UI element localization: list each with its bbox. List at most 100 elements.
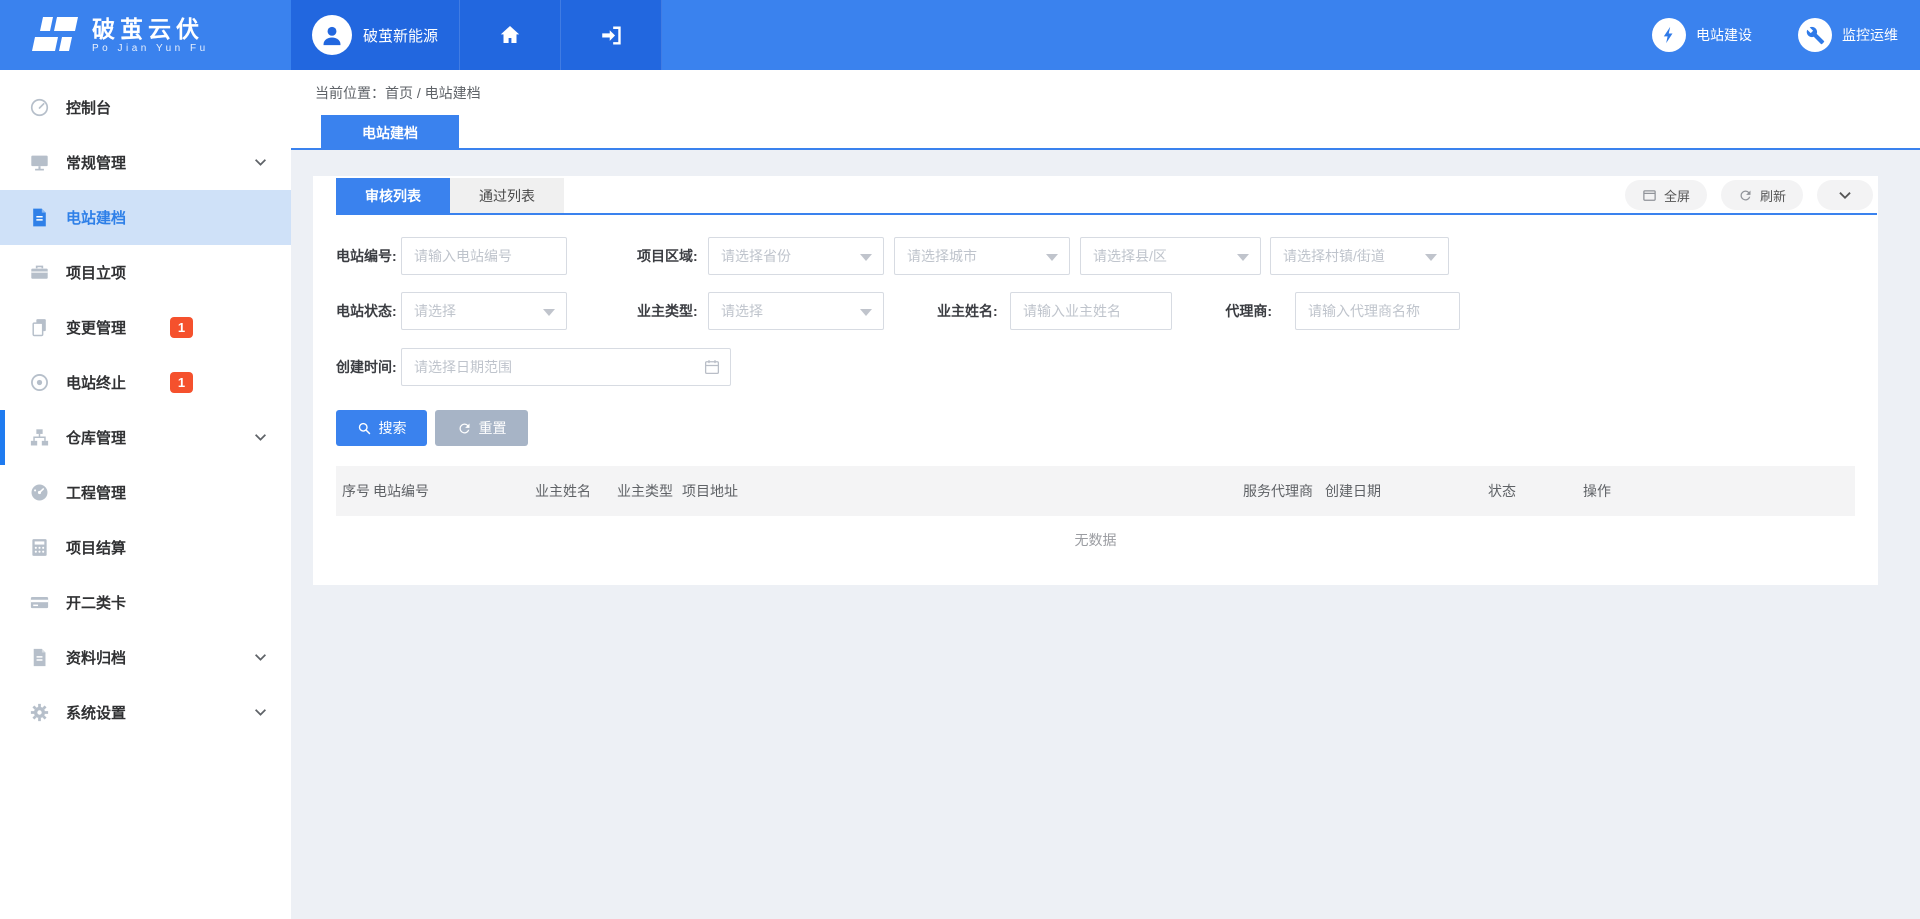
logo[interactable]: 破茧云伏 Po Jian Yun Fu bbox=[0, 0, 291, 70]
fullscreen-label: 全屏 bbox=[1664, 186, 1690, 205]
sidebar-item-station-termination[interactable]: 电站终止 1 bbox=[0, 355, 291, 410]
province-select[interactable]: 请选择省份 bbox=[708, 237, 884, 275]
filter-create-time: 创建时间: bbox=[336, 348, 731, 386]
breadcrumb-bar: 当前位置：首页 / 电站建档 电站建档 bbox=[291, 70, 1920, 150]
nav-monitoring-ops[interactable]: 监控运维 bbox=[1798, 18, 1898, 52]
create-time-label: 创建时间: bbox=[336, 357, 401, 377]
page-tab-station-archive[interactable]: 电站建档 bbox=[321, 115, 459, 150]
active-indicator-bar bbox=[0, 410, 5, 465]
caret-down-icon bbox=[1046, 254, 1058, 261]
sidebar-item-system-settings[interactable]: 系统设置 bbox=[0, 685, 291, 740]
user-menu[interactable]: 破茧新能源 bbox=[291, 0, 460, 70]
breadcrumb: 当前位置：首页 / 电站建档 bbox=[315, 83, 481, 103]
sidebar-item-engineering-mgmt[interactable]: 工程管理 bbox=[0, 465, 291, 520]
home-button[interactable] bbox=[460, 0, 561, 70]
owner-type-placeholder: 请选择 bbox=[721, 301, 763, 321]
tab-passed-list[interactable]: 通过列表 bbox=[450, 178, 564, 213]
station-no-input[interactable] bbox=[401, 237, 567, 275]
sidebar-item-console[interactable]: 控制台 bbox=[0, 80, 291, 135]
date-range-input[interactable] bbox=[401, 348, 731, 386]
breadcrumb-label: 当前位置： bbox=[315, 85, 385, 101]
notification-badge: 1 bbox=[170, 372, 193, 393]
fullscreen-button[interactable]: 全屏 bbox=[1625, 180, 1707, 210]
nav-station-construction[interactable]: 电站建设 bbox=[1652, 18, 1752, 52]
sidebar-item-project-initiation[interactable]: 项目立项 bbox=[0, 245, 291, 300]
col-actions: 操作 bbox=[1583, 481, 1855, 501]
sidebar-item-label: 工程管理 bbox=[66, 482, 126, 503]
lightning-icon bbox=[1652, 18, 1686, 52]
refresh-button[interactable]: 刷新 bbox=[1721, 180, 1803, 210]
home-icon bbox=[498, 23, 522, 47]
caret-down-icon bbox=[1425, 254, 1437, 261]
sidebar-item-data-archive[interactable]: 资料归档 bbox=[0, 630, 291, 685]
monitor-icon bbox=[28, 152, 50, 174]
nav-label: 监控运维 bbox=[1842, 25, 1898, 45]
sidebar-item-label: 项目立项 bbox=[66, 262, 126, 283]
panel-toolbar: 全屏 刷新 bbox=[1625, 180, 1873, 210]
fullscreen-icon bbox=[1642, 188, 1657, 203]
caret-down-icon bbox=[543, 309, 555, 316]
target-icon bbox=[28, 372, 50, 394]
sidebar-item-warehouse-mgmt[interactable]: 仓库管理 bbox=[0, 410, 291, 465]
agent-label: 代理商: bbox=[1212, 301, 1277, 321]
refresh-label: 刷新 bbox=[1760, 186, 1786, 205]
station-status-label: 电站状态: bbox=[336, 301, 401, 321]
region-label: 项目区域: bbox=[637, 246, 702, 266]
top-header: 破茧云伏 Po Jian Yun Fu 破茧新能源 bbox=[0, 0, 1920, 70]
owner-name-label: 业主姓名: bbox=[937, 301, 1002, 321]
briefcase-icon bbox=[28, 262, 50, 284]
tab-review-list[interactable]: 审核列表 bbox=[336, 178, 450, 213]
filter-owner-type: 业主类型: 请选择 bbox=[637, 292, 884, 330]
station-status-select[interactable]: 请选择 bbox=[401, 292, 567, 330]
col-owner-type: 业主类型 bbox=[617, 481, 682, 501]
agent-input[interactable] bbox=[1295, 292, 1460, 330]
nav-label: 电站建设 bbox=[1696, 25, 1752, 45]
sidebar-item-station-archive[interactable]: 电站建档 bbox=[0, 190, 291, 245]
sitemap-icon bbox=[28, 427, 50, 449]
caret-down-icon bbox=[860, 309, 872, 316]
station-no-label: 电站编号: bbox=[336, 246, 401, 266]
filter-region: 项目区域: 请选择省份 请选择城市 请选择县/区 请选择村镇/街道 bbox=[637, 237, 1449, 275]
content-area: 审核列表 通过列表 全屏 刷新 bbox=[291, 150, 1920, 919]
county-select[interactable]: 请选择县/区 bbox=[1080, 237, 1261, 275]
signin-button[interactable] bbox=[561, 0, 662, 70]
sidebar-item-label: 常规管理 bbox=[66, 152, 126, 173]
city-placeholder: 请选择城市 bbox=[907, 246, 977, 266]
col-index: 序号 bbox=[342, 481, 373, 501]
table-header: 序号 电站编号 业主姓名 业主类型 项目地址 服务代理商 创建日期 状态 操作 bbox=[336, 466, 1855, 516]
sidebar-item-change-mgmt[interactable]: 变更管理 1 bbox=[0, 300, 291, 355]
sidebar-item-label: 仓库管理 bbox=[66, 427, 126, 448]
reset-button[interactable]: 重置 bbox=[435, 410, 528, 446]
sidebar-item-label: 电站终止 bbox=[66, 372, 126, 393]
county-placeholder: 请选择县/区 bbox=[1093, 246, 1167, 266]
owner-type-select[interactable]: 请选择 bbox=[708, 292, 884, 330]
station-archive-panel: 审核列表 通过列表 全屏 刷新 bbox=[313, 176, 1878, 585]
gauge-icon bbox=[28, 482, 50, 504]
col-station-no: 电站编号 bbox=[373, 481, 535, 501]
col-status: 状态 bbox=[1488, 481, 1583, 501]
gear-icon bbox=[28, 702, 50, 724]
credit-card-icon bbox=[28, 592, 50, 614]
sidebar-item-project-settlement[interactable]: 项目结算 bbox=[0, 520, 291, 575]
owner-name-input[interactable] bbox=[1010, 292, 1172, 330]
owner-type-label: 业主类型: bbox=[637, 301, 702, 321]
header-right-nav: 电站建设 监控运维 bbox=[662, 0, 1920, 70]
city-select[interactable]: 请选择城市 bbox=[894, 237, 1070, 275]
sidebar-item-label: 变更管理 bbox=[66, 317, 126, 338]
chevron-down-icon bbox=[1838, 191, 1852, 200]
sidebar-item-type2-card[interactable]: 开二类卡 bbox=[0, 575, 291, 630]
status-placeholder: 请选择 bbox=[414, 301, 456, 321]
province-placeholder: 请选择省份 bbox=[721, 246, 791, 266]
search-icon bbox=[357, 421, 372, 436]
caret-down-icon bbox=[1237, 254, 1249, 261]
village-select[interactable]: 请选择村镇/街道 bbox=[1270, 237, 1449, 275]
search-button[interactable]: 搜索 bbox=[336, 410, 427, 446]
collapse-button[interactable] bbox=[1817, 180, 1873, 210]
sidebar-item-label: 资料归档 bbox=[66, 647, 126, 668]
sidebar-item-label: 控制台 bbox=[66, 97, 111, 118]
col-owner-name: 业主姓名 bbox=[535, 481, 617, 501]
col-project-address: 项目地址 bbox=[682, 481, 1243, 501]
sidebar-item-general-mgmt[interactable]: 常规管理 bbox=[0, 135, 291, 190]
file-archive-icon bbox=[28, 647, 50, 669]
village-placeholder: 请选择村镇/街道 bbox=[1283, 246, 1385, 266]
